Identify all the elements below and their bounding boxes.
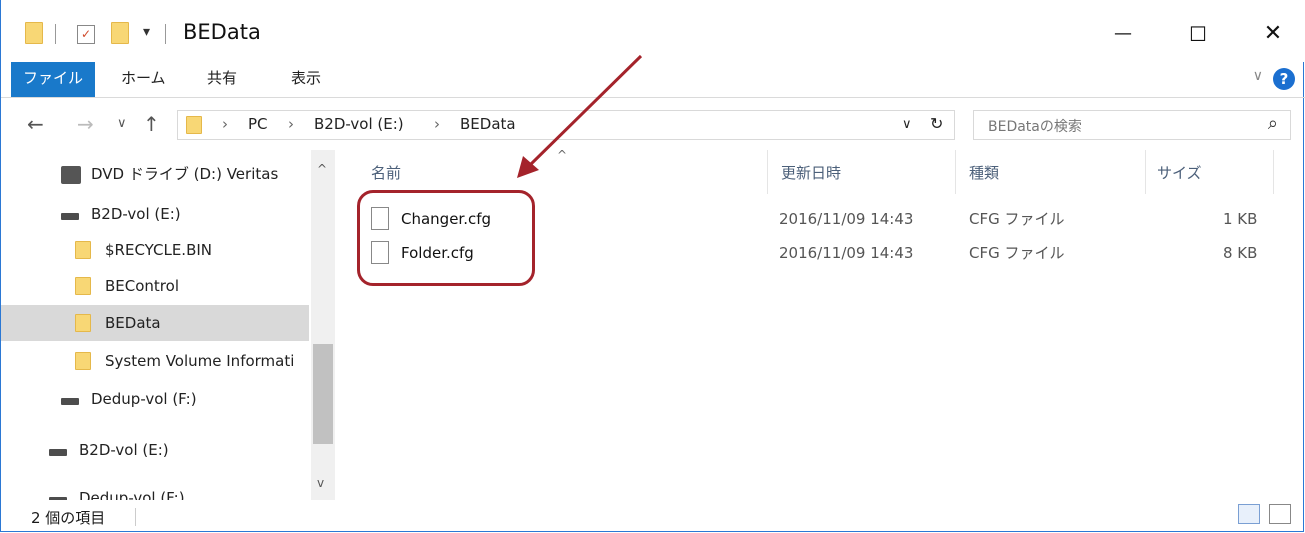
details-view-icon[interactable] <box>1238 504 1261 524</box>
divider <box>135 508 136 526</box>
view-toggle <box>1234 504 1291 528</box>
explorer-window: ✓ ▾ BEData — ☐ ✕ ファイル ホーム 共有 表示 ∨ ? ← → … <box>0 0 1305 532</box>
status-bar: 2 個の項目 <box>1 502 1305 532</box>
item-count: 2 個の項目 <box>31 509 106 527</box>
large-icons-view-icon[interactable] <box>1269 504 1291 524</box>
annotation-arrow <box>517 54 643 178</box>
